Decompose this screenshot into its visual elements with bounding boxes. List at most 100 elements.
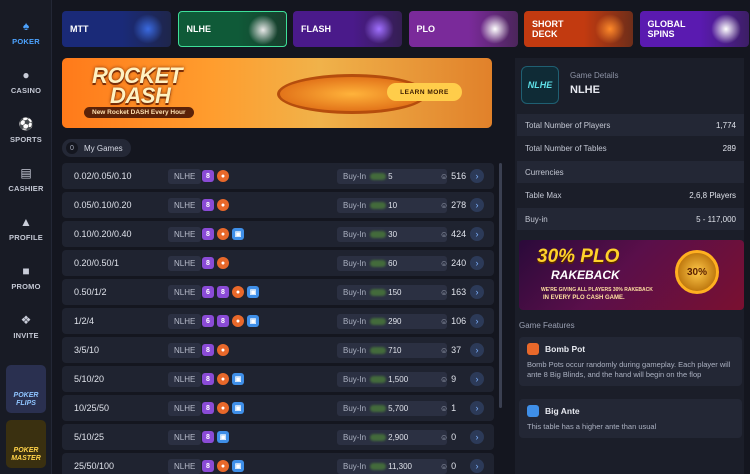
sidebar-promo-poker-master[interactable]: POKER MASTER (6, 420, 46, 468)
learn-more-button[interactable]: LEARN MORE (387, 83, 462, 101)
table-badges: 8 ● ▣ (202, 228, 244, 240)
buyin-label: Buy-In (343, 316, 367, 326)
bomb-pot-icon: ● (217, 257, 229, 269)
max-players-badge: 8 (217, 315, 229, 327)
table-stakes: 1/2/4 (74, 316, 95, 326)
big-ante-icon: ▣ (232, 402, 244, 414)
detail-value: 289 (722, 144, 736, 153)
chevron-right-icon[interactable]: › (470, 198, 484, 212)
max-players-badge: 8 (202, 402, 214, 414)
feature-header: Bomb Pot (527, 343, 734, 355)
players-value: 106 (451, 316, 467, 326)
chevron-right-icon[interactable]: › (470, 314, 484, 328)
buyin-label: Buy-In (343, 171, 367, 181)
chevron-right-icon[interactable]: › (470, 256, 484, 270)
ball-icon: ⚽ (18, 116, 34, 131)
sidebar-item-cashier[interactable]: ▤ CASHIER (0, 155, 52, 203)
buyin-amount: 11,300 (388, 461, 412, 471)
chevron-right-icon[interactable]: › (470, 430, 484, 444)
tab-art-icon (479, 14, 510, 44)
max-players-badge: 8 (202, 431, 214, 443)
my-games-filter[interactable]: 0 My Games (62, 139, 131, 157)
currency-icon (370, 230, 387, 238)
tab-art-icon (595, 14, 625, 44)
banner-title: ROCKET DASH (92, 63, 182, 108)
bomb-pot-icon: ● (217, 199, 229, 211)
table-player-count: ☺ 240 (440, 258, 466, 268)
table-row[interactable]: 0.20/0.50/1 NLHE 8 ● Buy-In 60 ☺ 240 › (62, 250, 494, 276)
table-game-type: NLHE (168, 371, 202, 387)
sidebar-item-invite[interactable]: ❖ INVITE (0, 302, 52, 350)
sidebar-item-sports[interactable]: ⚽ SPORTS (0, 106, 52, 154)
table-row[interactable]: 3/5/10 NLHE 8 ● Buy-In 710 ☺ 37 › (62, 337, 494, 363)
max-players-badge: 8 (202, 373, 214, 385)
table-row[interactable]: 0.05/0.10/0.20 NLHE 8 ● Buy-In 10 ☺ 278 › (62, 192, 494, 218)
table-game-type: NLHE (168, 342, 202, 358)
players-icon: ☺ (440, 200, 449, 210)
table-buyin: Buy-In 5 (337, 168, 447, 184)
table-badges: 8 ● ▣ (202, 460, 244, 472)
tab-flash[interactable]: FLASH (293, 11, 402, 47)
tab-label: SHORT DECK (532, 19, 564, 39)
chevron-right-icon[interactable]: › (470, 372, 484, 386)
rocket-dash-banner[interactable]: ROCKET DASH New Rocket DASH Every Hour L… (62, 58, 492, 128)
sidebar-item-profile[interactable]: ▲ PROFILE (0, 204, 52, 252)
buyin-label: Buy-In (343, 258, 367, 268)
table-row[interactable]: 0.10/0.20/0.40 NLHE 8 ● ▣ Buy-In 30 ☺ 424 › (62, 221, 494, 247)
detail-row: Total Number of Tables 289 (517, 137, 744, 160)
table-row[interactable]: 10/25/50 NLHE 8 ● ▣ Buy-In 5,700 ☺ 1 › (62, 395, 494, 421)
chevron-right-icon[interactable]: › (470, 227, 484, 241)
players-icon: ☺ (440, 345, 449, 355)
table-row[interactable]: 5/10/20 NLHE 8 ● ▣ Buy-In 1,500 ☺ 9 › (62, 366, 494, 392)
sidebar-item-casino[interactable]: ● CASINO (0, 57, 52, 105)
chevron-right-icon[interactable]: › (470, 285, 484, 299)
table-row[interactable]: 0.02/0.05/0.10 NLHE 8 ● Buy-In 5 ☺ 516 › (62, 163, 494, 189)
tab-global-spins[interactable]: GLOBAL SPINS (639, 11, 749, 47)
chevron-right-icon[interactable]: › (470, 169, 484, 183)
currency-icon (370, 346, 387, 354)
sidebar-promo-poker-flips[interactable]: POKER FLIPS (6, 365, 46, 413)
tab-art-icon (133, 14, 163, 44)
table-row[interactable]: 5/10/25 NLHE 8 ▣ Buy-In 2,900 ☺ 0 › (62, 424, 494, 450)
table-row[interactable]: 25/50/100 NLHE 8 ● ▣ Buy-In 11,300 ☺ 0 › (62, 453, 494, 474)
table-player-count: ☺ 163 (440, 287, 466, 297)
tab-nlhe[interactable]: NLHE (177, 11, 287, 47)
table-row[interactable]: 0.50/1/2 NLHE 6 8 ● ▣ Buy-In 150 ☺ 163 › (62, 279, 494, 305)
big-ante-icon: ▣ (217, 431, 229, 443)
detail-key: Table Max (525, 191, 562, 200)
table-stakes: 5/10/25 (74, 432, 105, 442)
sidebar-item-label: SPORTS (9, 134, 43, 144)
sidebar-item-promo[interactable]: ■ PROMO (0, 253, 52, 301)
plo-rakeback-banner[interactable]: 30% PLO RAKEBACK WE'RE GIVING ALL PLAYER… (519, 240, 744, 310)
chevron-right-icon[interactable]: › (470, 459, 484, 473)
table-row[interactable]: 1/2/4 NLHE 6 8 ● ▣ Buy-In 290 ☺ 106 › (62, 308, 494, 334)
bomb-pot-icon: ● (217, 344, 229, 356)
buyin-amount: 5,700 (388, 403, 409, 413)
bomb-pot-icon: ● (217, 373, 229, 385)
players-value: 9 (451, 374, 457, 384)
players-value: 37 (451, 345, 462, 355)
detail-row: Buy-in 5 - 117,000 (517, 208, 744, 230)
table-stakes: 3/5/10 (74, 345, 100, 355)
table-buyin: Buy-In 150 (337, 284, 447, 300)
table-game-type: NLHE (168, 400, 202, 416)
chevron-right-icon[interactable]: › (470, 343, 484, 357)
players-icon: ☺ (440, 432, 449, 442)
chevron-right-icon[interactable]: › (470, 401, 484, 415)
table-list-scrollbar[interactable] (499, 163, 502, 408)
tab-mtt[interactable]: MTT (62, 11, 171, 47)
tab-label: MTT (70, 24, 89, 34)
tab-plo[interactable]: PLO (408, 11, 518, 47)
table-buyin: Buy-In 11,300 (337, 458, 447, 474)
table-player-count: ☺ 0 (440, 461, 456, 471)
detail-value: 1,774 (715, 120, 736, 130)
poker-logo-icon: ♠ (22, 18, 30, 33)
table-player-count: ☺ 278 (440, 200, 466, 210)
table-game-type: NLHE (168, 255, 202, 271)
buyin-label: Buy-In (343, 200, 367, 210)
feature-title: Big Ante (545, 406, 580, 416)
tab-short-deck[interactable]: SHORT DECK (524, 11, 633, 47)
sidebar-item-poker[interactable]: ♠ POKER (0, 8, 52, 56)
feature-description: This table has a higher ante than usual (527, 422, 657, 431)
players-value: 1 (451, 403, 457, 413)
